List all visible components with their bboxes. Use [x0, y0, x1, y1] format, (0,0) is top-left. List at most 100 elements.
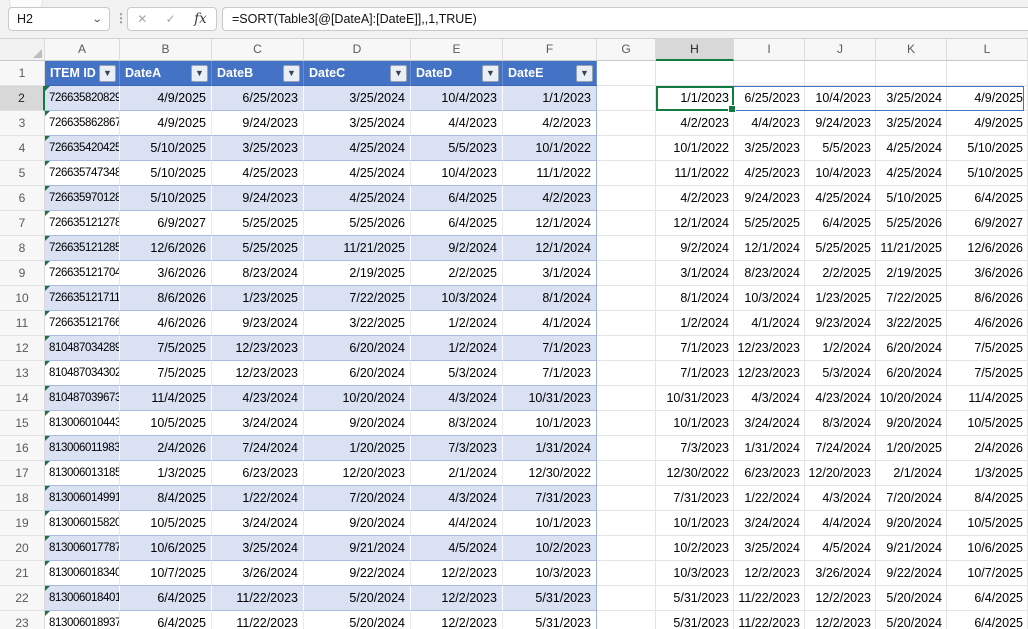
row-header-22[interactable]: 22 — [0, 586, 45, 611]
cell-B8[interactable]: 12/6/2026 — [120, 236, 212, 261]
cell-J16[interactable]: 7/24/2024 — [805, 436, 876, 461]
cell-E7[interactable]: 6/4/2025 — [411, 211, 503, 236]
formula-input[interactable]: =SORT(Table3[@[DateA]:[DateE]],,1,TRUE) — [222, 7, 1028, 31]
cell-E15[interactable]: 8/3/2024 — [411, 411, 503, 436]
cell-C10[interactable]: 1/23/2025 — [212, 286, 304, 311]
cell-B7[interactable]: 6/9/2027 — [120, 211, 212, 236]
cell-H14[interactable]: 10/31/2023 — [656, 386, 734, 411]
table-header-datec[interactable]: DateC ▼ — [304, 61, 411, 86]
cell-B21[interactable]: 10/7/2025 — [120, 561, 212, 586]
cell-D17[interactable]: 12/20/2023 — [304, 461, 411, 486]
cell-I1[interactable] — [734, 61, 805, 86]
cell-A7[interactable]: 726635121278 — [45, 211, 120, 236]
cell-A20[interactable]: 813006017787 — [45, 536, 120, 561]
cell-J19[interactable]: 4/4/2024 — [805, 511, 876, 536]
cell-B10[interactable]: 8/6/2026 — [120, 286, 212, 311]
row-header-14[interactable]: 14 — [0, 386, 45, 411]
cell-K23[interactable]: 5/20/2024 — [876, 611, 947, 629]
cell-G20[interactable] — [597, 536, 656, 561]
cell-E10[interactable]: 10/3/2024 — [411, 286, 503, 311]
cell-D11[interactable]: 3/22/2025 — [304, 311, 411, 336]
row-header-1[interactable]: 1 — [0, 61, 45, 86]
column-header-J[interactable]: J — [805, 39, 876, 61]
cell-F11[interactable]: 4/1/2024 — [503, 311, 597, 336]
cell-L14[interactable]: 11/4/2025 — [947, 386, 1028, 411]
cell-K7[interactable]: 5/25/2026 — [876, 211, 947, 236]
cell-J17[interactable]: 12/20/2023 — [805, 461, 876, 486]
cell-I6[interactable]: 9/24/2023 — [734, 186, 805, 211]
row-header-3[interactable]: 3 — [0, 111, 45, 136]
cell-A17[interactable]: 813006013185 — [45, 461, 120, 486]
cell-E6[interactable]: 6/4/2025 — [411, 186, 503, 211]
cell-C6[interactable]: 9/24/2023 — [212, 186, 304, 211]
cell-G4[interactable] — [597, 136, 656, 161]
column-header-F[interactable]: F — [503, 39, 597, 61]
cell-H21[interactable]: 10/3/2023 — [656, 561, 734, 586]
cell-B2[interactable]: 4/9/2025 — [120, 86, 212, 111]
cell-F10[interactable]: 8/1/2024 — [503, 286, 597, 311]
cell-K8[interactable]: 11/21/2025 — [876, 236, 947, 261]
cell-D18[interactable]: 7/20/2024 — [304, 486, 411, 511]
cell-F18[interactable]: 7/31/2023 — [503, 486, 597, 511]
cell-I23[interactable]: 11/22/2023 — [734, 611, 805, 629]
cell-K10[interactable]: 7/22/2025 — [876, 286, 947, 311]
cell-A5[interactable]: 726635747348 — [45, 161, 120, 186]
row-header-23[interactable]: 23 — [0, 611, 45, 629]
cell-F4[interactable]: 10/1/2022 — [503, 136, 597, 161]
cell-G7[interactable] — [597, 211, 656, 236]
cell-F7[interactable]: 12/1/2024 — [503, 211, 597, 236]
cell-A11[interactable]: 726635121766 — [45, 311, 120, 336]
cell-H11[interactable]: 1/2/2024 — [656, 311, 734, 336]
cell-L18[interactable]: 8/4/2025 — [947, 486, 1028, 511]
cell-L21[interactable]: 10/7/2025 — [947, 561, 1028, 586]
row-header-7[interactable]: 7 — [0, 211, 45, 236]
filter-dropdown-icon[interactable]: ▼ — [283, 65, 300, 82]
cell-I5[interactable]: 4/25/2023 — [734, 161, 805, 186]
cell-I2[interactable]: 6/25/2023 — [734, 86, 805, 111]
cell-D14[interactable]: 10/20/2024 — [304, 386, 411, 411]
cell-D12[interactable]: 6/20/2024 — [304, 336, 411, 361]
cell-G23[interactable] — [597, 611, 656, 629]
cell-A12[interactable]: 810487034289 — [45, 336, 120, 361]
cell-I18[interactable]: 1/22/2024 — [734, 486, 805, 511]
cell-G10[interactable] — [597, 286, 656, 311]
row-header-16[interactable]: 16 — [0, 436, 45, 461]
cell-E23[interactable]: 12/2/2023 — [411, 611, 503, 629]
cell-J9[interactable]: 2/2/2025 — [805, 261, 876, 286]
cell-J8[interactable]: 5/25/2025 — [805, 236, 876, 261]
row-header-13[interactable]: 13 — [0, 361, 45, 386]
cell-J4[interactable]: 5/5/2023 — [805, 136, 876, 161]
cell-I21[interactable]: 12/2/2023 — [734, 561, 805, 586]
table-header-dateb[interactable]: DateB ▼ — [212, 61, 304, 86]
cell-B6[interactable]: 5/10/2025 — [120, 186, 212, 211]
cell-A2[interactable]: 726635820829 — [45, 86, 120, 111]
cell-J21[interactable]: 3/26/2024 — [805, 561, 876, 586]
cell-C21[interactable]: 3/26/2024 — [212, 561, 304, 586]
cell-B19[interactable]: 10/5/2025 — [120, 511, 212, 536]
cell-D16[interactable]: 1/20/2025 — [304, 436, 411, 461]
cell-K17[interactable]: 2/1/2024 — [876, 461, 947, 486]
cell-G11[interactable] — [597, 311, 656, 336]
chevron-down-icon[interactable]: ⌄ — [91, 14, 102, 25]
cell-F23[interactable]: 5/31/2023 — [503, 611, 597, 629]
cell-J22[interactable]: 12/2/2023 — [805, 586, 876, 611]
cell-I19[interactable]: 3/24/2024 — [734, 511, 805, 536]
cell-F8[interactable]: 12/1/2024 — [503, 236, 597, 261]
filter-dropdown-icon[interactable]: ▼ — [99, 65, 116, 82]
row-header-19[interactable]: 19 — [0, 511, 45, 536]
row-header-21[interactable]: 21 — [0, 561, 45, 586]
cell-C14[interactable]: 4/23/2024 — [212, 386, 304, 411]
cell-B17[interactable]: 1/3/2025 — [120, 461, 212, 486]
insert-function-icon[interactable]: fx — [194, 11, 207, 27]
column-header-D[interactable]: D — [304, 39, 411, 61]
cell-L8[interactable]: 12/6/2026 — [947, 236, 1028, 261]
cell-H15[interactable]: 10/1/2023 — [656, 411, 734, 436]
cell-G1[interactable] — [597, 61, 656, 86]
row-header-12[interactable]: 12 — [0, 336, 45, 361]
cell-D15[interactable]: 9/20/2024 — [304, 411, 411, 436]
cell-D20[interactable]: 9/21/2024 — [304, 536, 411, 561]
cell-B15[interactable]: 10/5/2025 — [120, 411, 212, 436]
cell-B22[interactable]: 6/4/2025 — [120, 586, 212, 611]
cell-I11[interactable]: 4/1/2024 — [734, 311, 805, 336]
cell-H19[interactable]: 10/1/2023 — [656, 511, 734, 536]
